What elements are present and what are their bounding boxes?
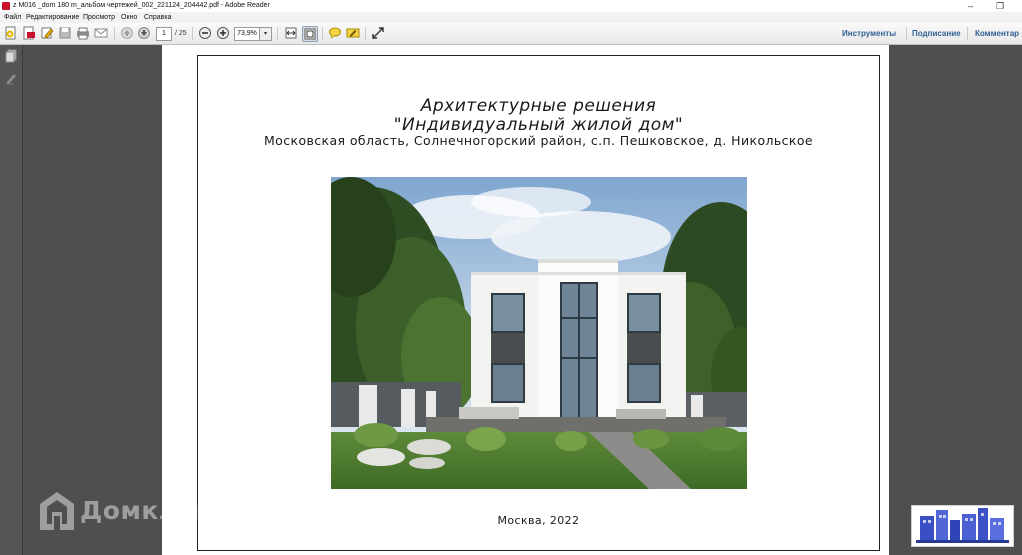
toolbar-separator [277,27,278,40]
zoom-in-icon[interactable] [216,26,230,40]
edit-icon[interactable] [40,26,54,40]
menu-edit[interactable]: Редактирование [26,12,79,23]
navigation-pane [0,45,23,555]
fit-width-icon[interactable] [284,26,298,40]
panel-separator [967,27,968,40]
house-rendering-image [331,177,747,489]
next-page-icon[interactable] [137,26,151,40]
agency-logo [911,505,1014,547]
title-bar: z M016 _dom 180 m_альбом чертежей_002_22… [0,0,1022,12]
window-title: z M016 _dom 180 m_альбом чертежей_002_22… [13,2,270,9]
panel-separator [906,27,907,40]
restore-button[interactable]: ❐ [996,0,1004,12]
create-pdf-icon[interactable] [4,26,18,40]
menu-bar: Файл Редактирование Просмотр Окно Справк… [0,12,1022,23]
page-number-input[interactable]: 1 [156,27,172,41]
menu-help[interactable]: Справка [144,12,171,23]
comment-panel-button[interactable]: Комментар [975,23,1019,44]
signature-pen-icon[interactable] [4,71,18,85]
toolbar-separator [114,27,115,40]
zoom-out-icon[interactable] [198,26,212,40]
email-icon[interactable] [94,26,108,40]
menu-file[interactable]: Файл [4,12,21,23]
document-title: Архитектурные решения [420,96,657,116]
minimize-button[interactable]: ‒ [968,0,973,12]
full-screen-icon[interactable] [302,26,318,42]
adobe-reader-icon [2,2,10,10]
document-address: Московская область, Солнечногорский райо… [263,133,814,148]
save-icon[interactable] [58,26,72,40]
zoom-dropdown-button[interactable]: ▾ [259,27,272,41]
toolbar-separator [365,27,366,40]
domclick-watermark: Домклик [80,496,214,525]
comment-icon[interactable] [328,26,342,40]
highlight-icon[interactable] [346,26,360,40]
document-subtitle: "Индивидуальный жилой дом" [393,115,684,135]
zoom-input[interactable]: 73,9% [234,27,260,41]
print-icon[interactable] [76,26,90,40]
domclick-logo-icon [40,492,74,530]
page-thumbnails-icon[interactable] [4,49,18,63]
page-total: / 25 [175,30,187,37]
pdf-convert-icon[interactable] [22,26,36,40]
document-footer: Москва, 2022 [497,514,580,527]
prev-page-icon[interactable] [120,26,134,40]
tools-panel-button[interactable]: Инструменты [842,23,896,44]
toolbar-separator [322,27,323,40]
toolbar-separator [192,27,193,40]
sign-panel-button[interactable]: Подписание [912,23,961,44]
read-mode-icon[interactable] [371,26,385,40]
menu-view[interactable]: Просмотр [83,12,115,23]
menu-window[interactable]: Окно [121,12,137,23]
